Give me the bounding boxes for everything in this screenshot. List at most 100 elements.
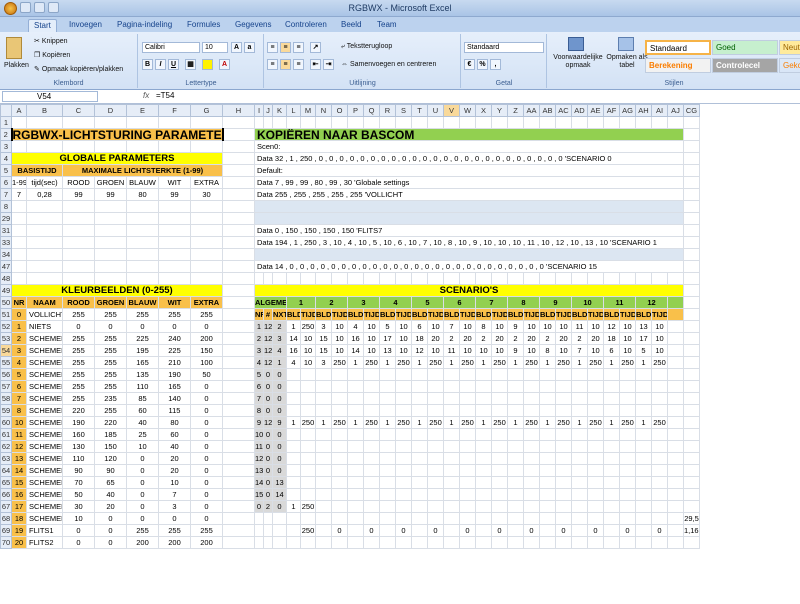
- scenario-cell[interactable]: 250: [523, 356, 540, 369]
- cell[interactable]: [507, 404, 524, 417]
- color-cell[interactable]: 255: [62, 332, 95, 345]
- cell[interactable]: [379, 452, 396, 465]
- cell[interactable]: [619, 464, 636, 477]
- column-header[interactable]: AH: [635, 104, 652, 117]
- scenario-cell[interactable]: 0: [263, 440, 273, 453]
- color-cell[interactable]: VOLLICHT: [26, 308, 63, 321]
- font-family-select[interactable]: Calibri: [142, 42, 200, 53]
- cell[interactable]: [347, 272, 364, 285]
- tab-beeld[interactable]: Beeld: [336, 19, 366, 32]
- cell[interactable]: [507, 452, 524, 465]
- cell[interactable]: [331, 380, 348, 393]
- cell[interactable]: [523, 536, 540, 549]
- color-cell[interactable]: 255: [158, 308, 191, 321]
- cell[interactable]: [272, 536, 287, 549]
- scenario-cell[interactable]: 1: [475, 416, 492, 429]
- cell[interactable]: [571, 368, 588, 381]
- cell[interactable]: [683, 272, 700, 285]
- tijd-header[interactable]: TIJD: [363, 308, 380, 321]
- cell[interactable]: [331, 464, 348, 477]
- tijd-header[interactable]: TIJD: [331, 308, 348, 321]
- cell[interactable]: [315, 500, 332, 513]
- cell[interactable]: [427, 272, 444, 285]
- scenario-cell[interactable]: 1: [315, 416, 332, 429]
- cell[interactable]: [331, 272, 348, 285]
- scenario-cell[interactable]: 250: [587, 416, 604, 429]
- scenario-cell[interactable]: 4: [272, 344, 287, 357]
- cell[interactable]: [62, 140, 95, 153]
- cell[interactable]: [263, 524, 273, 537]
- column-header[interactable]: M: [300, 104, 316, 117]
- scenario-cell[interactable]: 250: [523, 416, 540, 429]
- cell[interactable]: [272, 272, 287, 285]
- cell[interactable]: [11, 116, 27, 129]
- color-cell[interactable]: NIETS: [26, 320, 63, 333]
- scenario-cell[interactable]: 9: [254, 416, 264, 429]
- color-cell[interactable]: 255: [62, 392, 95, 405]
- column-header[interactable]: E: [126, 104, 159, 117]
- scenario-cell[interactable]: 20: [491, 332, 508, 345]
- scenario-cell[interactable]: 250: [395, 356, 412, 369]
- color-cell[interactable]: 0: [94, 536, 127, 549]
- cell[interactable]: [475, 524, 492, 537]
- scenario-cell[interactable]: 16: [347, 332, 364, 345]
- color-cell[interactable]: 0: [62, 320, 95, 333]
- cell[interactable]: [555, 512, 572, 525]
- cell[interactable]: [603, 464, 620, 477]
- scenario-cell[interactable]: 1: [635, 416, 652, 429]
- cell[interactable]: [222, 128, 255, 141]
- scenario-cell[interactable]: 12: [263, 344, 273, 357]
- cell[interactable]: [395, 380, 412, 393]
- scenario-cell[interactable]: 1: [539, 356, 556, 369]
- color-cell[interactable]: 0: [190, 392, 223, 405]
- color-cell[interactable]: 255: [94, 356, 127, 369]
- cell[interactable]: [539, 404, 556, 417]
- cell[interactable]: [190, 260, 223, 273]
- style-good[interactable]: Goed: [712, 40, 778, 55]
- scenario-cell[interactable]: 1: [475, 356, 492, 369]
- color-cell[interactable]: 225: [126, 332, 159, 345]
- scenario-sum[interactable]: 0: [523, 524, 540, 537]
- cell[interactable]: [158, 272, 191, 285]
- scenario-group-header[interactable]: 7: [475, 296, 508, 309]
- cell[interactable]: [539, 116, 556, 129]
- bascom-line[interactable]: Data 14 , 0 , 0 , 0 , 0 , 0 , 0 , 0 , 0 …: [254, 260, 684, 273]
- row-header[interactable]: 6: [0, 176, 12, 189]
- color-cell[interactable]: 165: [126, 356, 159, 369]
- scenario-cell[interactable]: 10: [555, 344, 572, 357]
- cell[interactable]: [603, 272, 620, 285]
- tijd-header[interactable]: TIJD: [587, 308, 604, 321]
- column-header[interactable]: P: [347, 104, 364, 117]
- cell[interactable]: [94, 248, 127, 261]
- cell[interactable]: [667, 116, 684, 129]
- cell[interactable]: [635, 500, 652, 513]
- cell[interactable]: [587, 512, 604, 525]
- scenario-cell[interactable]: 250: [459, 356, 476, 369]
- cell[interactable]: [667, 536, 684, 549]
- cell[interactable]: [300, 452, 316, 465]
- cell[interactable]: [507, 512, 524, 525]
- column-header[interactable]: AE: [587, 104, 604, 117]
- cell[interactable]: [222, 440, 255, 453]
- cell[interactable]: [555, 536, 572, 549]
- cell[interactable]: [300, 464, 316, 477]
- cell[interactable]: [619, 500, 636, 513]
- global-label[interactable]: 1-99: [11, 176, 27, 189]
- cell[interactable]: [443, 440, 460, 453]
- color-cell[interactable]: 2: [11, 332, 27, 345]
- scenario-cell[interactable]: 10: [427, 320, 444, 333]
- column-header[interactable]: K: [272, 104, 287, 117]
- cell[interactable]: [539, 452, 556, 465]
- cell[interactable]: [427, 392, 444, 405]
- cell[interactable]: [347, 488, 364, 501]
- cell[interactable]: [475, 452, 492, 465]
- cell[interactable]: [443, 500, 460, 513]
- cell[interactable]: [603, 116, 620, 129]
- cell[interactable]: [683, 200, 700, 213]
- cell[interactable]: [459, 272, 476, 285]
- cell[interactable]: [62, 200, 95, 213]
- scenario-cell[interactable]: 10: [523, 344, 540, 357]
- cell[interactable]: [62, 236, 95, 249]
- cell[interactable]: [651, 476, 668, 489]
- row-header[interactable]: 68: [0, 512, 12, 525]
